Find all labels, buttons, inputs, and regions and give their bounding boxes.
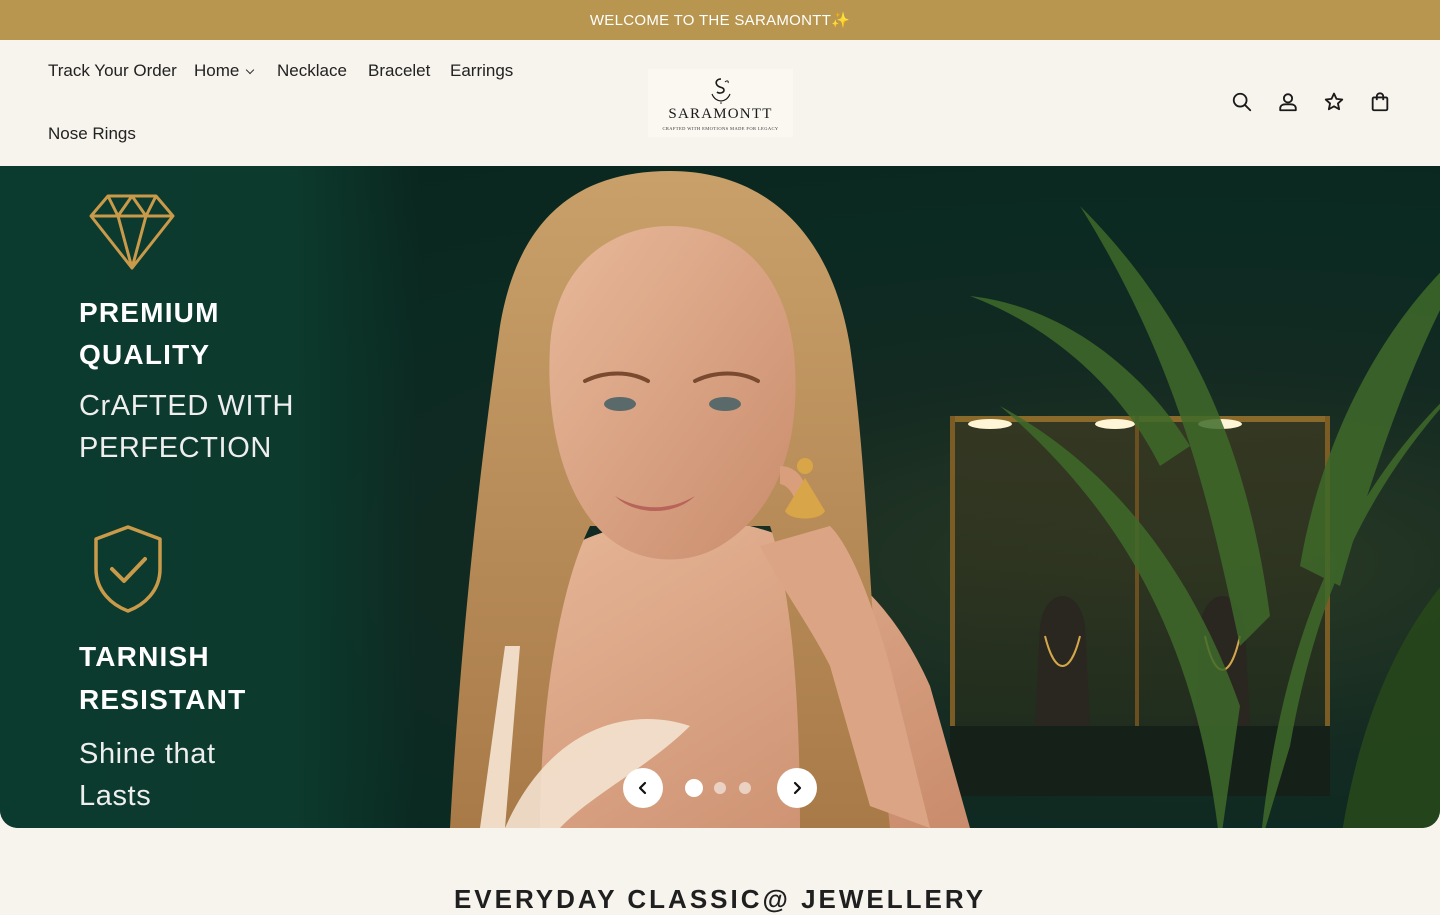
nav-item-label: Earrings	[450, 61, 514, 80]
swan-logo-icon	[710, 77, 731, 104]
next-slide-button[interactable]	[777, 768, 817, 808]
previous-slide-button[interactable]	[623, 768, 663, 808]
slide-dot-3[interactable]	[739, 782, 751, 794]
slideshow-controls	[623, 768, 817, 808]
brand-logo[interactable]: SARAMONTT Crafted with emotions made for…	[648, 69, 793, 137]
diamond-icon	[89, 194, 175, 270]
nav-item-label: Nose Rings	[48, 124, 136, 143]
search-icon	[1232, 92, 1252, 112]
feature-tarnish-title-line1: TARNISH	[79, 641, 210, 672]
model-photo	[450, 171, 970, 828]
account-icon	[1279, 93, 1297, 112]
shield-check-icon	[94, 525, 162, 613]
chevron-left-icon	[638, 781, 647, 795]
chevron-right-icon	[793, 781, 802, 795]
logo-wordmark: SARAMONTT	[668, 105, 773, 122]
nav-item-home[interactable]: Home	[194, 61, 255, 81]
chevron-down-icon	[246, 65, 255, 74]
cart-button[interactable]	[1368, 90, 1392, 114]
feature-quality-title-line2: QUALITY	[79, 339, 211, 370]
account-button[interactable]	[1276, 90, 1300, 114]
slide-dot-2[interactable]	[714, 782, 726, 794]
nav-item-label: Home	[194, 61, 240, 80]
nav-item-earrings[interactable]: Earrings	[450, 61, 513, 81]
nav-item-necklace[interactable]: Necklace	[277, 61, 347, 81]
cart-bag-icon	[1371, 92, 1389, 112]
feature-quality-sub-line1: CrAFTED WITH	[79, 390, 295, 422]
nav-item-label: Bracelet	[368, 61, 431, 80]
feature-quality-title-line1: PREMIUM	[79, 297, 220, 328]
palm-plant-decoration	[970, 206, 1440, 828]
site-header: Track Your Order Home Necklace Bracelet …	[0, 40, 1440, 166]
feature-tarnish-title-line2: RESISTANT	[79, 684, 247, 715]
wishlist-button[interactable]	[1322, 90, 1346, 114]
search-button[interactable]	[1230, 90, 1254, 114]
header-actions	[1230, 90, 1392, 114]
nav-item-track-order[interactable]: Track Your Order	[48, 61, 177, 81]
slide-dot-1[interactable]	[685, 779, 703, 797]
nav-item-label: Track Your Order	[48, 61, 177, 80]
nav-item-nose-rings[interactable]: Nose Rings	[48, 124, 136, 144]
announcement-text: WELCOME TO THE SARAMONTT✨	[589, 12, 851, 29]
nav-item-bracelet[interactable]: Bracelet	[368, 61, 430, 81]
hero-banner: PREMIUM QUALITY CrAFTED WITH PERFECTION …	[0, 166, 1440, 828]
announcement-bar: WELCOME TO THE SARAMONTT✨	[0, 0, 1440, 40]
wishlist-star-icon	[1324, 92, 1344, 111]
logo-tagline: Crafted with emotions made for legacy	[662, 125, 779, 131]
feature-tarnish-sub-line2: Lasts	[79, 780, 152, 812]
feature-quality-sub-line2: PERFECTION	[79, 432, 272, 464]
feature-tarnish-sub-line1: Shine that	[79, 738, 216, 770]
nav-item-label: Necklace	[277, 61, 347, 80]
